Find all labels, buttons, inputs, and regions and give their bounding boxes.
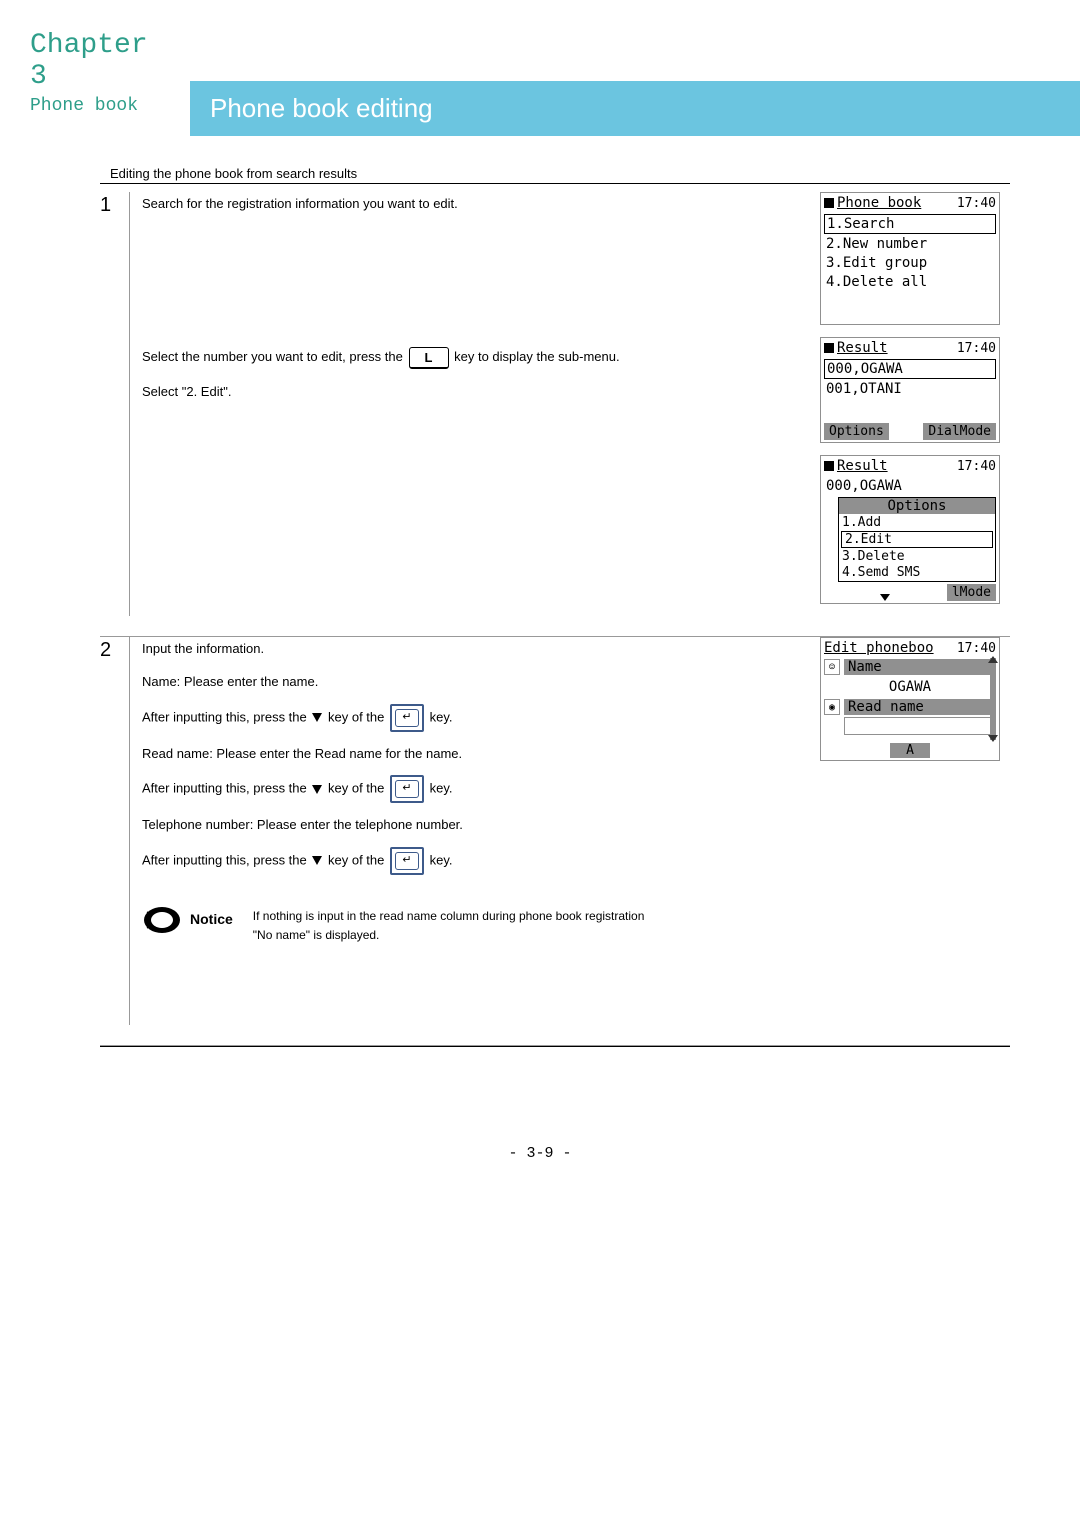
softkey-options: Options bbox=[824, 423, 889, 440]
notice-icon bbox=[142, 905, 182, 935]
menu-item: 3.Edit group bbox=[824, 254, 996, 272]
notice-text: If nothing is input in the read name col… bbox=[253, 905, 645, 945]
softkey-lmode: lMode bbox=[947, 584, 996, 601]
phone-screen-edit: Edit phoneboo 17:40 ☺ Name OGAWA ◉ Read … bbox=[820, 637, 1000, 761]
enter-key-icon: ↵ bbox=[390, 847, 424, 875]
step-number: 2 bbox=[100, 637, 130, 1025]
divider bbox=[100, 183, 1010, 184]
down-triangle-icon bbox=[312, 856, 322, 865]
field-value-name: OGAWA bbox=[824, 677, 996, 697]
section-heading: Editing the phone book from search resul… bbox=[100, 166, 1010, 181]
chapter-subtitle: Phone book bbox=[30, 96, 170, 116]
result-item: 001,OTANI bbox=[824, 380, 996, 398]
step-number: 1 bbox=[100, 192, 130, 616]
title-bar: Phone book editing bbox=[190, 81, 1080, 136]
step2-text5: Telephone number: Please enter the telep… bbox=[142, 813, 810, 836]
popup-item: 2.Edit bbox=[841, 531, 993, 548]
popup-item: 1.Add bbox=[839, 515, 995, 530]
divider bbox=[100, 1046, 1010, 1047]
down-arrow-icon bbox=[880, 594, 890, 601]
page-number: - 3-9 - bbox=[0, 1145, 1080, 1162]
step-2: 2 Input the information. Name: Please en… bbox=[100, 637, 1010, 1046]
popup-item: 4.Semd SMS bbox=[839, 565, 995, 580]
down-triangle-icon bbox=[312, 713, 322, 722]
readname-input-box bbox=[844, 717, 996, 735]
field-label-name: Name bbox=[844, 659, 996, 675]
input-mode: A bbox=[890, 743, 930, 758]
phone-screen-result: Result 17:40 000,OGAWA 001,OTANI Options… bbox=[820, 337, 1000, 443]
scroll-up-icon bbox=[988, 656, 998, 663]
step1-text2: Select the number you want to edit, pres… bbox=[142, 345, 810, 369]
popup-item: 3.Delete bbox=[839, 549, 995, 564]
page-title: Phone book editing bbox=[210, 93, 1060, 124]
step2-line-readname: After inputting this, press the key of t… bbox=[142, 775, 810, 803]
phone-screen-options: Result 17:40 000,OGAWA Options 1.Add 2.E… bbox=[820, 455, 1000, 604]
menu-item: 2.New number bbox=[824, 235, 996, 253]
step2-text1: Input the information. bbox=[142, 637, 810, 660]
step2-line-name: After inputting this, press the key of t… bbox=[142, 704, 810, 732]
scrollbar bbox=[990, 658, 996, 740]
sidebar-header: Chapter 3 Phone book bbox=[0, 0, 190, 136]
scroll-down-icon bbox=[988, 735, 998, 742]
step-1: 1 Search for the registration informatio… bbox=[100, 192, 1010, 637]
enter-key-icon: ↵ bbox=[390, 775, 424, 803]
read-icon: ◉ bbox=[824, 699, 840, 715]
enter-key-icon: ↵ bbox=[390, 704, 424, 732]
notice-box: Notice If nothing is input in the read n… bbox=[142, 905, 810, 945]
notice-label-text: Notice bbox=[190, 907, 233, 932]
softkey-dialmode: DialMode bbox=[923, 423, 996, 440]
step2-text4: Read name: Please enter the Read name fo… bbox=[142, 742, 810, 765]
down-triangle-icon bbox=[312, 785, 322, 794]
result-item: 000,OGAWA bbox=[824, 477, 996, 495]
menu-item: 1.Search bbox=[824, 214, 996, 234]
step2-text2: Name: Please enter the name. bbox=[142, 670, 810, 693]
step2-line-telephone: After inputting this, press the key of t… bbox=[142, 847, 810, 875]
step1-text1: Search for the registration information … bbox=[142, 192, 810, 215]
result-item: 000,OGAWA bbox=[824, 359, 996, 379]
menu-item: 4.Delete all bbox=[824, 273, 996, 291]
phone-screen-phonebook: Phone book 17:40 1.Search 2.New number 3… bbox=[820, 192, 1000, 325]
options-popup: Options 1.Add 2.Edit 3.Delete 4.Semd SMS bbox=[838, 497, 996, 582]
step1-text3: Select "2. Edit". bbox=[142, 380, 810, 403]
chapter-title: Chapter 3 bbox=[30, 30, 170, 92]
key-L-icon: L bbox=[409, 347, 449, 369]
field-label-readname: Read name bbox=[844, 699, 996, 715]
person-icon: ☺ bbox=[824, 659, 840, 675]
